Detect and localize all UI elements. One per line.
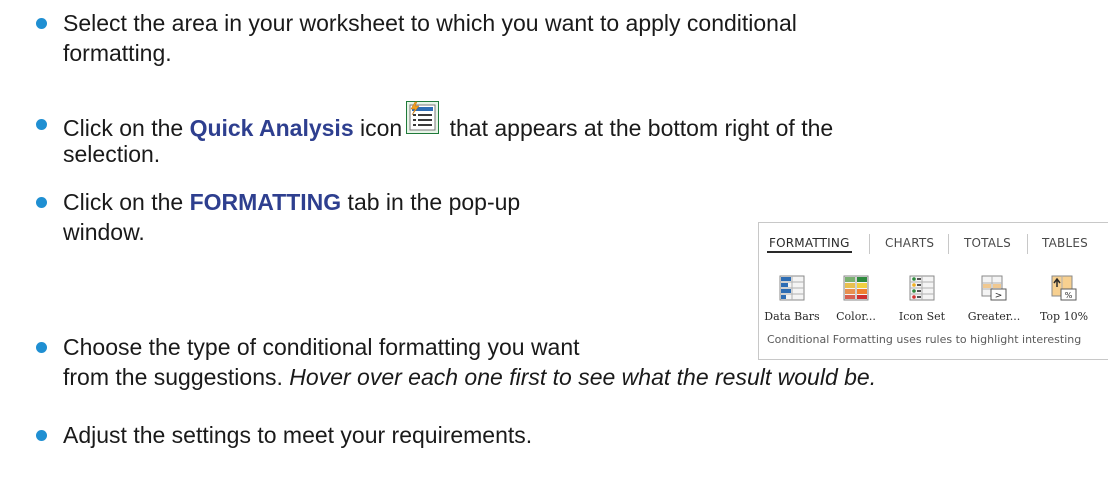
bullet [36, 342, 47, 353]
top-10-percent-label: Top 10% [1039, 310, 1089, 323]
step-4-line-2: from the suggestions. Hover over each on… [63, 362, 876, 392]
svg-text:%: % [1065, 291, 1073, 300]
data-bars-icon [779, 275, 805, 301]
step-3-post: tab in the pop-up [341, 189, 521, 215]
tab-formatting-label: FORMATTING [769, 236, 850, 250]
tab-divider [948, 234, 949, 254]
tab-formatting[interactable]: FORMATTING [767, 236, 852, 253]
step-4-line-1: Choose the type of conditional formattin… [63, 334, 580, 360]
icon-set-label: Icon Set [898, 310, 946, 323]
step-5-line-1: Adjust the settings to meet your require… [63, 422, 533, 448]
tab-totals[interactable]: TOTALS [964, 236, 1011, 250]
step-3-line-1: Click on the FORMATTING tab in the pop-u… [63, 187, 520, 217]
formatting-keyword: FORMATTING [189, 189, 342, 215]
quick-analysis-keyword: Quick Analysis [189, 115, 354, 141]
color-scale-option[interactable]: Color... [836, 275, 876, 323]
top-10-percent-icon: % [1051, 275, 1077, 301]
color-scale-icon [843, 275, 869, 301]
tab-charts[interactable]: CHARTS [885, 236, 934, 250]
bullet [36, 119, 47, 130]
color-scale-label: Color... [836, 310, 876, 323]
tab-tables[interactable]: TABLES [1042, 236, 1088, 250]
step-3-line-2: window. [63, 219, 145, 245]
step-2-post: that appears at the bottom right of the [443, 115, 834, 141]
icon-set-option[interactable]: Icon Set [899, 275, 945, 323]
svg-text:>: > [995, 291, 1003, 301]
quick-analysis-description: Conditional Formatting uses rules to hig… [767, 333, 1082, 346]
step-1-line-2: formatting. [63, 40, 172, 66]
bullet [36, 197, 47, 208]
active-tab-underline [767, 251, 852, 253]
bullet [36, 430, 47, 441]
quick-analysis-tabs: FORMATTING CHARTS TOTALS TABLES [759, 223, 1108, 263]
bullet [36, 18, 47, 29]
step-4-plain: from the suggestions. [63, 364, 290, 390]
greater-than-icon: > [981, 275, 1007, 301]
step-2-pre: Click on the [63, 115, 190, 141]
tab-divider [1027, 234, 1028, 254]
step-2-mid: icon [353, 115, 403, 141]
step-2-line-1: Click on the Quick Analysis icon that ap… [63, 101, 834, 143]
step-3-pre: Click on the [63, 189, 190, 215]
quick-analysis-icon [406, 101, 440, 134]
data-bars-option[interactable]: Data Bars [764, 275, 820, 323]
hover-hint: Hover over each one first to see what th… [289, 364, 877, 390]
tab-divider [869, 234, 870, 254]
step-1-line-1: Select the area in your worksheet to whi… [63, 10, 797, 36]
quick-analysis-panel: FORMATTING CHARTS TOTALS TABLES Data Bar… [758, 222, 1108, 360]
top-10-percent-option[interactable]: % Top 10% [1040, 275, 1088, 323]
data-bars-label: Data Bars [764, 310, 820, 323]
icon-set-icon [909, 275, 935, 301]
step-2-line-2: selection. [63, 141, 161, 167]
greater-than-option[interactable]: > Greater... [968, 275, 1020, 323]
greater-than-label: Greater... [967, 310, 1021, 323]
